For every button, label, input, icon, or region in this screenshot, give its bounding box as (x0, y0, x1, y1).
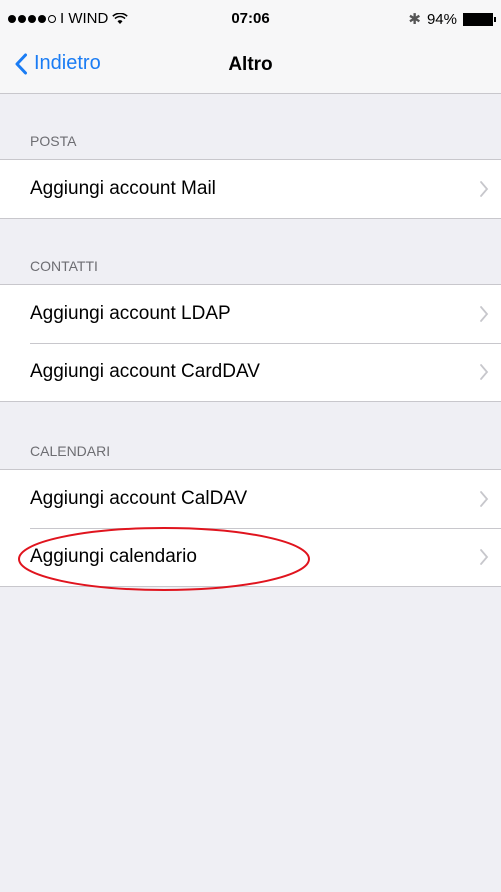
row-add-caldav-account[interactable]: Aggiungi account CalDAV (0, 470, 501, 528)
row-add-carddav-account[interactable]: Aggiungi account CardDAV (0, 343, 501, 401)
section-header-posta: POSTA (30, 133, 77, 149)
bluetooth-icon: ✱ (408, 11, 421, 28)
chevron-right-icon (480, 306, 489, 322)
group-posta: Aggiungi account Mail (0, 159, 501, 219)
group-contatti: Aggiungi account LDAP Aggiungi account C… (0, 284, 501, 402)
chevron-right-icon (480, 181, 489, 197)
chevron-right-icon (480, 549, 489, 565)
section-header-calendari: CALENDARI (30, 443, 111, 459)
page-title: Altro (228, 54, 273, 75)
status-bar: I WIND 07:06 ✱ 94% (0, 0, 501, 40)
status-right: ✱ 94% (408, 10, 496, 28)
battery-icon (463, 12, 496, 26)
row-label: Aggiungi account Mail (30, 178, 216, 199)
row-add-ldap-account[interactable]: Aggiungi account LDAP (0, 285, 501, 343)
chevron-right-icon (480, 491, 489, 507)
chevron-right-icon (480, 364, 489, 380)
group-calendari: Aggiungi account CalDAV Aggiungi calenda… (0, 469, 501, 587)
section-header-contatti: CONTATTI (30, 258, 98, 274)
row-add-mail-account[interactable]: Aggiungi account Mail (0, 160, 501, 218)
battery-percent: 94% (426, 10, 457, 28)
row-label: Aggiungi account CardDAV (30, 361, 260, 382)
row-label: Aggiungi account CalDAV (30, 488, 248, 509)
row-label: Aggiungi calendario (30, 546, 197, 567)
row-add-calendar[interactable]: Aggiungi calendario (0, 528, 501, 586)
navigation-bar: Indietro Altro (0, 40, 501, 94)
row-label: Aggiungi account LDAP (30, 303, 231, 324)
